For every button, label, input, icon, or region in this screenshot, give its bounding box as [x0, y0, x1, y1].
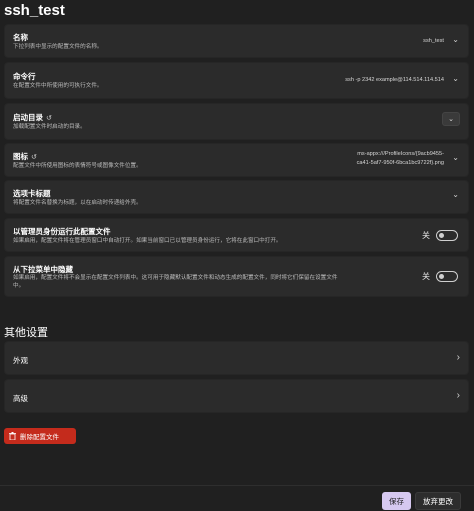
setting-title: 启动目录 ↺	[13, 112, 52, 123]
hide-toggle[interactable]	[436, 271, 458, 282]
nav-label: 外观	[13, 356, 28, 365]
setting-icon[interactable]: 图标 ↺ 配置文件中所使用图标的表情符号或图像文件位置。 ms-appx:///P…	[4, 143, 469, 177]
delete-label: 删除配置文件	[20, 434, 59, 441]
setting-desc: 配置文件中所使用图标的表情符号或图像文件位置。	[13, 163, 142, 169]
setting-value: ssh -p 2342 example@114.514.114.514	[345, 77, 444, 83]
setting-desc: 将配置文件名替换为标题，以在启动时传递给外壳。	[13, 200, 142, 206]
setting-desc: 在配置文件中所使用的可执行文件。	[13, 83, 103, 89]
icon-path-line-1: ms-appx:///ProfileIcons/{9acb9455-	[357, 151, 444, 157]
setting-title-text: 图标	[13, 152, 28, 161]
setting-desc: 下拉列表中显示的配置文件的名称。	[13, 44, 103, 50]
chevron-down-icon[interactable]: ⌄	[452, 35, 459, 44]
save-button[interactable]: 保存	[382, 492, 411, 510]
setting-title: 选项卡标题	[13, 189, 51, 198]
discard-changes-button[interactable]: 放弃更改	[415, 492, 461, 510]
footer-bar: 保存 放弃更改	[0, 485, 474, 511]
section-heading-other: 其他设置	[4, 327, 48, 339]
setting-title: 名称	[13, 33, 28, 42]
setting-title: 图标 ↺	[13, 151, 37, 162]
chevron-down-icon[interactable]: ⌄	[452, 153, 459, 162]
delete-profile-button[interactable]: 删除配置文件	[4, 428, 76, 444]
desc-line-2: 中。	[13, 283, 25, 289]
chevron-right-icon: ›	[456, 352, 460, 363]
icon-path-line-2: ca41-5af7-950f-6bca1bc9722f}.png	[356, 160, 444, 166]
setting-start-directory[interactable]: 启动目录 ↺ 加载配置文件时启动的目录。 ⌄	[4, 103, 469, 140]
chevron-down-icon[interactable]: ⌄	[452, 74, 459, 83]
setting-hide-from-dropdown: 从下拉菜单中隐藏 如果启用，配置文件将不会显示在配置文件列表中。这可用于隐藏默认…	[4, 256, 469, 297]
page-title: ssh_test	[4, 2, 65, 19]
setting-value: ms-appx:///ProfileIcons/{9acb9455- ca41-…	[357, 150, 444, 168]
setting-name[interactable]: 名称 下拉列表中显示的配置文件的名称。 ssh_test ⌄	[4, 24, 469, 58]
chevron-right-icon: ›	[456, 390, 460, 401]
setting-title-text: 启动目录	[13, 113, 43, 122]
chevron-down-icon[interactable]: ⌄	[452, 190, 459, 199]
reset-icon[interactable]: ↺	[46, 115, 52, 122]
setting-tab-title[interactable]: 选项卡标题 将配置文件名替换为标题，以在启动时传递给外壳。 ⌄	[4, 180, 469, 214]
setting-desc: 如果启用，配置文件将在管理员窗口中自动打开。如果当前窗口已以管理员身份运行，它将…	[13, 238, 282, 244]
setting-title: 以管理员身份运行此配置文件	[13, 227, 111, 236]
nav-label: 高级	[13, 394, 28, 403]
toggle-state-label: 关	[422, 231, 430, 240]
toggle-knob	[439, 233, 444, 238]
hide-toggle-group: 关	[422, 271, 458, 282]
setting-commandline[interactable]: 命令行 在配置文件中所使用的可执行文件。 ssh -p 2342 example…	[4, 62, 469, 99]
chevron-down-icon[interactable]: ⌄	[442, 112, 460, 126]
setting-value: ssh_test	[423, 38, 444, 44]
admin-toggle[interactable]	[436, 230, 458, 241]
toggle-knob	[439, 274, 444, 279]
setting-desc: 加载配置文件时启动的目录。	[13, 124, 86, 130]
nav-advanced[interactable]: 高级 ›	[4, 379, 469, 413]
admin-toggle-group: 关	[422, 230, 458, 241]
setting-run-as-admin: 以管理员身份运行此配置文件 如果启用，配置文件将在管理员窗口中自动打开。如果当前…	[4, 218, 469, 252]
trash-icon	[9, 432, 16, 440]
setting-title: 命令行	[13, 72, 36, 81]
reset-icon[interactable]: ↺	[31, 154, 37, 161]
toggle-state-label: 关	[422, 272, 430, 281]
nav-appearance[interactable]: 外观 ›	[4, 341, 469, 375]
desc-line-1: 如果启用，配置文件将不会显示在配置文件列表中。这可用于隐藏默认配置文件和动态生成…	[13, 275, 338, 281]
setting-desc: 如果启用，配置文件将不会显示在配置文件列表中。这可用于隐藏默认配置文件和动态生成…	[13, 274, 337, 290]
